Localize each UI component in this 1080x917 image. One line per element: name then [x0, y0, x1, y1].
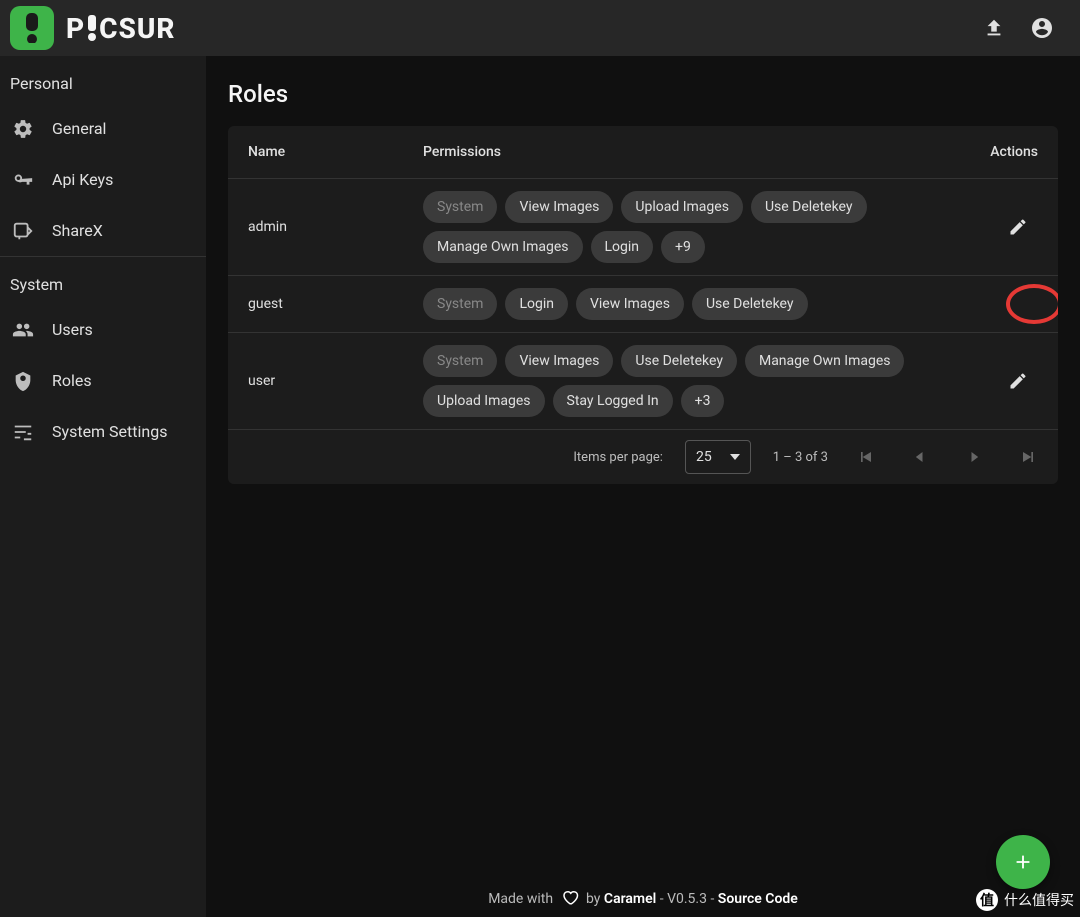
permission-chip[interactable]: Use Deletekey	[692, 288, 808, 320]
permission-chip[interactable]: Use Deletekey	[751, 191, 867, 223]
role-name: guest	[248, 296, 423, 312]
table-header-row: Name Permissions Actions	[228, 126, 1058, 179]
items-per-page-select[interactable]: 25	[685, 440, 751, 474]
sidebar-item-systemsettings[interactable]: System Settings	[0, 406, 206, 457]
permission-chip[interactable]: Login	[591, 231, 654, 263]
edit-role-button[interactable]	[998, 207, 1038, 247]
table-row: userSystemView ImagesUse DeletekeyManage…	[228, 333, 1058, 430]
page-title: Roles	[228, 80, 1058, 108]
col-header-name: Name	[248, 144, 423, 160]
sidebar-item-label: Users	[52, 320, 93, 339]
brand-logo[interactable]: PCSUR	[10, 6, 176, 50]
table-row: guestSystemLoginView ImagesUse Deletekey	[228, 276, 1058, 333]
sidebar-item-apikeys[interactable]: Api Keys	[0, 154, 206, 205]
role-actions	[958, 298, 1038, 310]
shield-icon	[10, 370, 52, 392]
permission-chip[interactable]: System	[423, 345, 497, 377]
col-header-actions: Actions	[958, 144, 1038, 160]
role-name: admin	[248, 219, 423, 235]
sidebar: Personal General Api Keys ShareX System …	[0, 56, 206, 917]
page-last-button[interactable]	[1012, 441, 1044, 473]
people-icon	[10, 319, 52, 341]
permission-chip[interactable]: Upload Images	[621, 191, 743, 223]
permission-chip[interactable]: +3	[681, 385, 725, 417]
upload-button[interactable]	[974, 8, 1014, 48]
role-actions	[958, 207, 1038, 247]
sidebar-item-roles[interactable]: Roles	[0, 355, 206, 406]
sidebar-item-label: General	[52, 119, 106, 138]
role-permissions: SystemView ImagesUse DeletekeyManage Own…	[423, 345, 958, 417]
permission-chip[interactable]: View Images	[505, 191, 613, 223]
watermark-text: 什么值得买	[1004, 890, 1074, 910]
account-button[interactable]	[1022, 8, 1062, 48]
plus-icon	[1012, 851, 1034, 873]
watermark: 值 什么值得买	[976, 889, 1074, 911]
sidebar-item-label: System Settings	[52, 422, 167, 441]
chevron-down-icon	[730, 454, 740, 460]
pencil-icon	[1008, 371, 1028, 391]
share-icon	[10, 220, 52, 242]
watermark-badge: 值	[976, 889, 998, 911]
tune-icon	[10, 421, 52, 443]
edit-role-button[interactable]	[998, 361, 1038, 401]
pencil-icon	[1008, 217, 1028, 237]
page-prev-button[interactable]	[904, 441, 936, 473]
heart-icon	[561, 888, 579, 906]
logo-text: PCSUR	[66, 12, 176, 45]
permission-chip[interactable]: Login	[505, 288, 568, 320]
page-first-button[interactable]	[850, 441, 882, 473]
role-permissions: SystemLoginView ImagesUse Deletekey	[423, 288, 958, 320]
main-content: Roles Name Permissions Actions adminSyst…	[206, 56, 1080, 917]
role-name: user	[248, 373, 423, 389]
gear-icon	[10, 118, 52, 140]
permission-chip[interactable]: Stay Logged In	[553, 385, 673, 417]
appbar: PCSUR	[0, 0, 1080, 56]
logo-mark	[10, 6, 54, 50]
items-per-page-label: Items per page:	[573, 450, 663, 465]
sidebar-item-general[interactable]: General	[0, 103, 206, 154]
roles-table: Name Permissions Actions adminSystemView…	[228, 126, 1058, 484]
col-header-permissions: Permissions	[423, 144, 958, 160]
role-actions	[958, 361, 1038, 401]
key-icon	[10, 169, 52, 191]
role-permissions: SystemView ImagesUpload ImagesUse Delete…	[423, 191, 958, 263]
sidebar-item-label: ShareX	[52, 221, 103, 240]
sidebar-section-system: System	[0, 257, 206, 304]
permission-chip[interactable]: System	[423, 288, 497, 320]
table-row: adminSystemView ImagesUpload ImagesUse D…	[228, 179, 1058, 276]
sidebar-item-sharex[interactable]: ShareX	[0, 205, 206, 256]
footer-author[interactable]: Caramel	[604, 891, 656, 907]
permission-chip[interactable]: System	[423, 191, 497, 223]
permission-chip[interactable]: +9	[661, 231, 705, 263]
permission-chip[interactable]: View Images	[505, 345, 613, 377]
permission-chip[interactable]: View Images	[576, 288, 684, 320]
sidebar-item-users[interactable]: Users	[0, 304, 206, 355]
edit-role-button[interactable]	[1006, 284, 1058, 324]
footer: Made with by Caramel - V0.5.3 - Source C…	[206, 878, 1080, 917]
paginator-range: 1 – 3 of 3	[773, 450, 828, 465]
sidebar-item-label: Api Keys	[52, 170, 113, 189]
permission-chip[interactable]: Manage Own Images	[423, 231, 583, 263]
permission-chip[interactable]: Use Deletekey	[621, 345, 737, 377]
items-per-page-value: 25	[696, 449, 712, 465]
footer-source-link[interactable]: Source Code	[718, 891, 798, 907]
permission-chip[interactable]: Upload Images	[423, 385, 545, 417]
permission-chip[interactable]: Manage Own Images	[745, 345, 905, 377]
sidebar-section-personal: Personal	[0, 56, 206, 103]
paginator: Items per page: 25 1 – 3 of 3	[228, 430, 1058, 484]
page-next-button[interactable]	[958, 441, 990, 473]
sidebar-item-label: Roles	[52, 371, 92, 390]
